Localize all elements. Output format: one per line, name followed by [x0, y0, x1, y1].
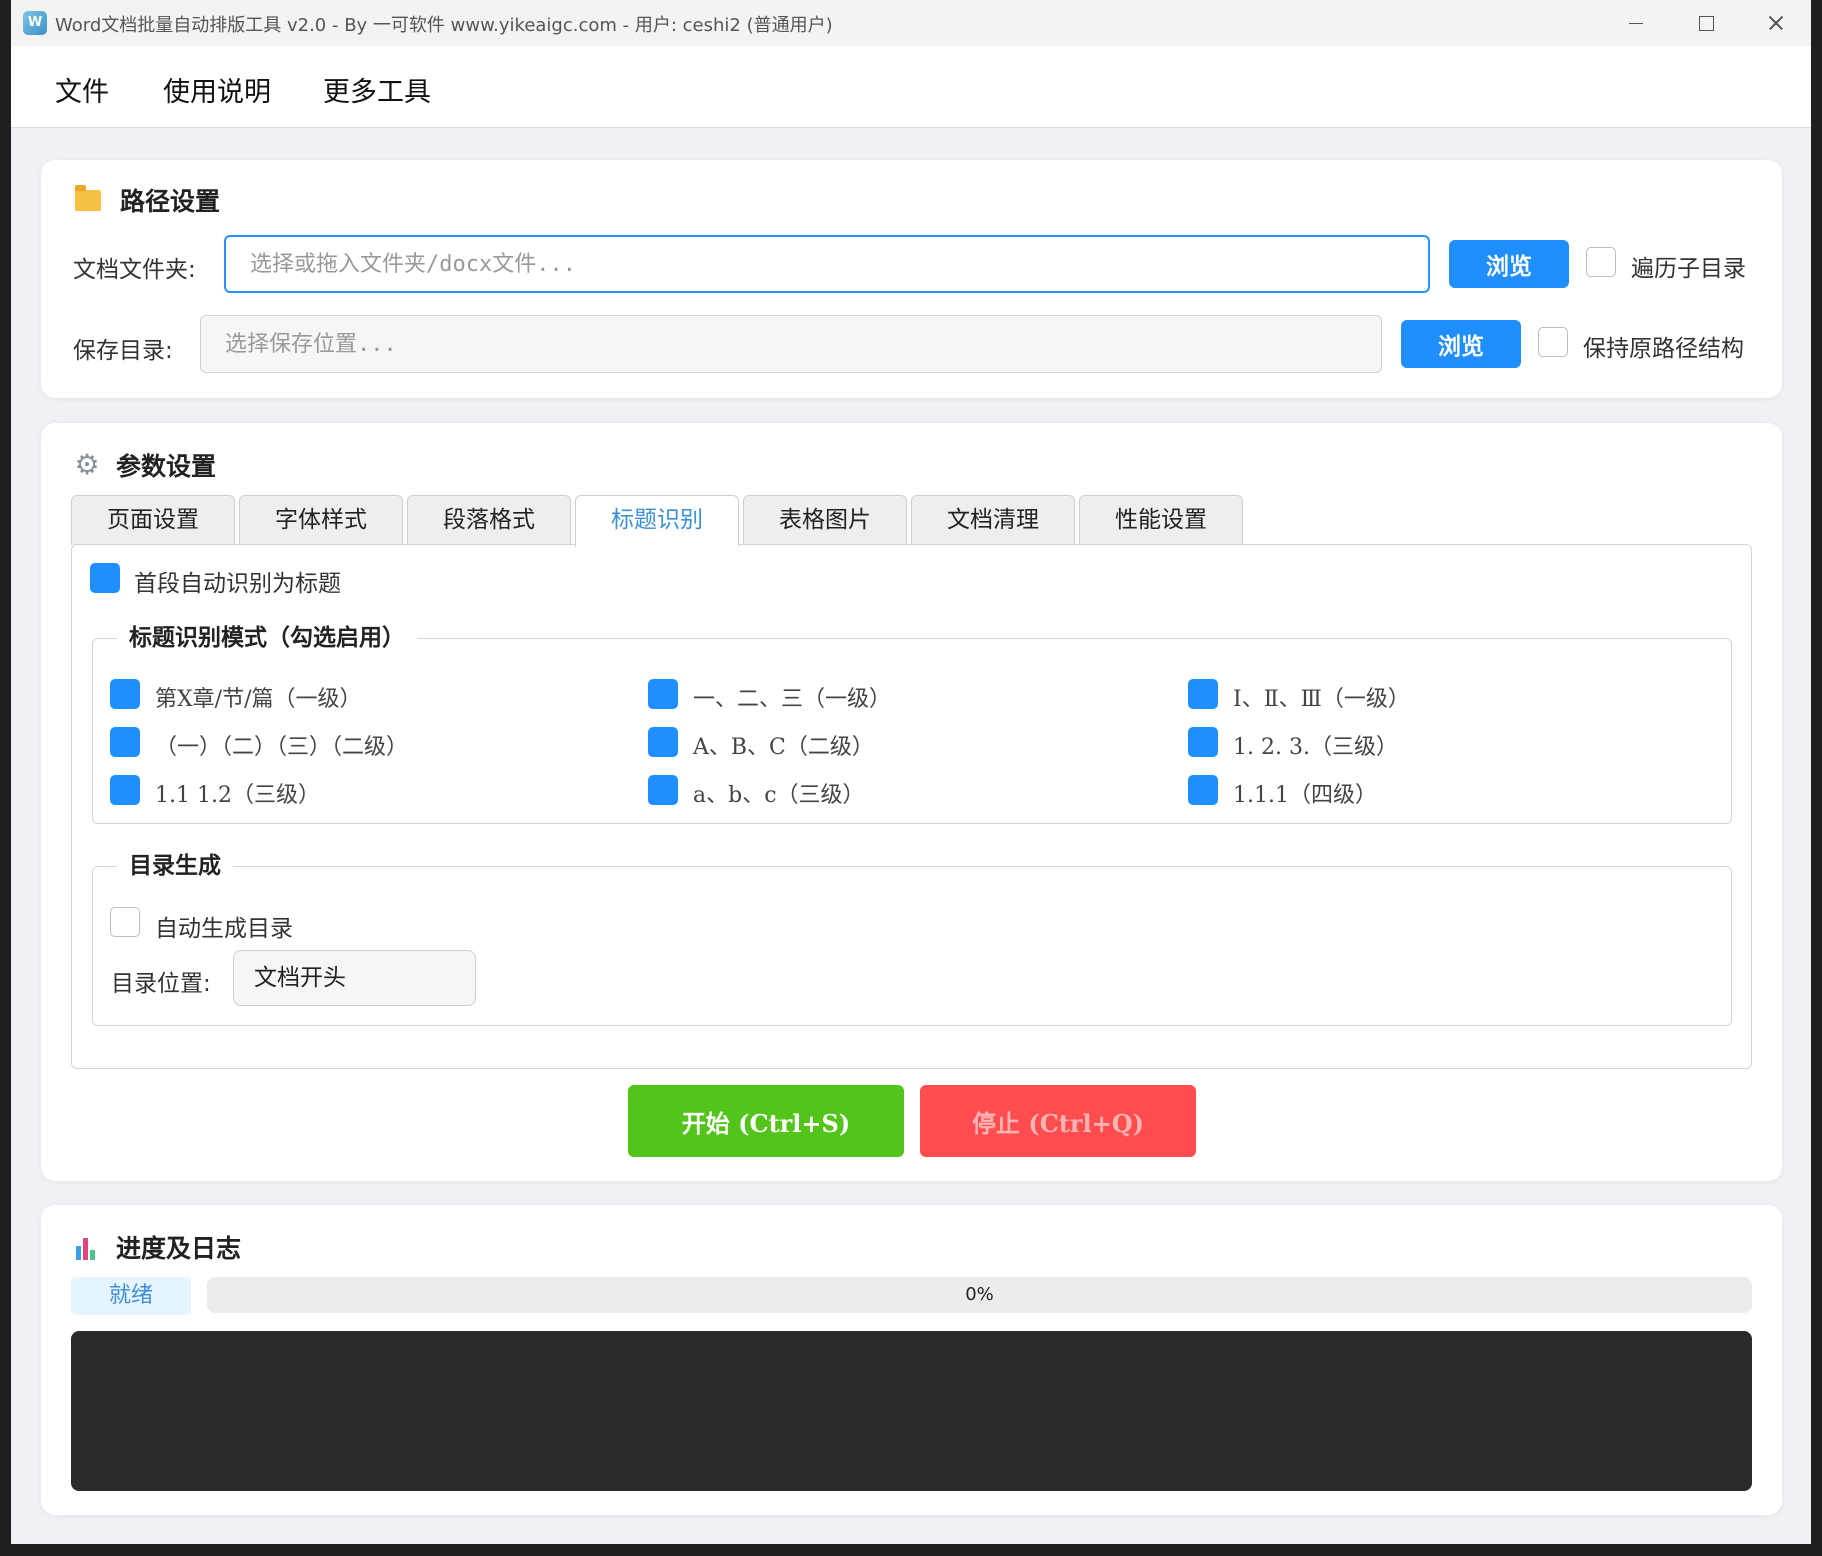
- status-badge: 就绪: [71, 1277, 191, 1315]
- mode-lower-letters-label: a、b、c（三级）: [693, 783, 865, 808]
- mode-upper-letters-label: A、B、C（二级）: [693, 735, 874, 760]
- progress-percent: 0%: [965, 1284, 994, 1305]
- save-dir-label: 保存目录:: [73, 338, 173, 364]
- auto-toc-checkbox[interactable]: [110, 907, 140, 937]
- tab-font-style[interactable]: 字体样式: [239, 495, 403, 545]
- menu-more-tools[interactable]: 更多工具: [323, 70, 431, 109]
- save-dir-browse-button[interactable]: 浏览: [1401, 320, 1521, 368]
- window-title: Word文档批量自动排版工具 v2.0 - By 一可软件 www.yikeai…: [55, 15, 833, 36]
- tab-tables-images[interactable]: 表格图片: [743, 495, 907, 545]
- toc-position-select[interactable]: 文档开头: [233, 950, 476, 1006]
- first-para-heading-checkbox[interactable]: [90, 563, 120, 593]
- toc-group-title: 目录生成: [117, 846, 233, 880]
- path-settings-card: 路径设置 文档文件夹: 浏览 遍历子目录 保存目录: 浏览 保持原路径结构: [41, 160, 1782, 398]
- mode-roman-label: Ⅰ、Ⅱ、Ⅲ（一级）: [1233, 687, 1410, 712]
- bar-chart-icon: [75, 1236, 99, 1260]
- tab-performance[interactable]: 性能设置: [1079, 495, 1243, 545]
- mode-paren-chinese-checkbox[interactable]: [110, 727, 140, 757]
- toc-position-label: 目录位置:: [111, 971, 211, 997]
- app-logo-icon: W: [23, 11, 47, 35]
- tab-doc-cleanup[interactable]: 文档清理: [911, 495, 1075, 545]
- doc-folder-browse-button[interactable]: 浏览: [1449, 240, 1569, 288]
- mode-arabic-dot-label: 1. 2. 3.（三级）: [1233, 735, 1398, 760]
- mode-paren-chinese-label: （一）（二）（三）（二级）: [155, 735, 409, 760]
- mode-roman-checkbox[interactable]: [1188, 679, 1218, 709]
- mode-chinese-numerals-label: 一、二、三（一级）: [693, 687, 892, 712]
- keep-structure-checkbox[interactable]: [1538, 327, 1568, 357]
- param-settings-title: 参数设置: [116, 452, 217, 481]
- progress-log-title: 进度及日志: [116, 1234, 242, 1263]
- first-para-heading-label: 首段自动识别为标题: [134, 571, 341, 597]
- maximize-icon[interactable]: [1671, 0, 1741, 46]
- mode-chapter-label: 第X章/节/篇（一级）: [155, 687, 362, 712]
- tab-page-setup[interactable]: 页面设置: [71, 495, 235, 545]
- heading-modes-title: 标题识别模式（勾选启用）: [117, 618, 417, 652]
- close-icon[interactable]: [1741, 0, 1811, 46]
- recurse-subdirs-checkbox[interactable]: [1586, 247, 1616, 277]
- heading-modes-group: 标题识别模式（勾选启用） 第X章/节/篇（一级） 一、二、三（一级） Ⅰ、Ⅱ、Ⅲ…: [92, 618, 1732, 824]
- mode-two-level-number-label: 1.1 1.2（三级）: [155, 783, 320, 808]
- mode-lower-letters-checkbox[interactable]: [648, 775, 678, 805]
- recurse-subdirs-label: 遍历子目录: [1631, 256, 1746, 282]
- menu-file[interactable]: 文件: [55, 70, 109, 109]
- menu-help[interactable]: 使用说明: [163, 70, 271, 109]
- gear-icon: ⚙: [74, 448, 100, 481]
- heading-recognition-panel: 首段自动识别为标题 标题识别模式（勾选启用） 第X章/节/篇（一级） 一、二、三…: [71, 544, 1752, 1069]
- menu-bar: 文件 使用说明 更多工具: [11, 46, 1811, 128]
- tab-paragraph-format[interactable]: 段落格式: [407, 495, 571, 545]
- doc-folder-input[interactable]: [224, 235, 1430, 293]
- mode-arabic-dot-checkbox[interactable]: [1188, 727, 1218, 757]
- path-settings-title: 路径设置: [120, 187, 221, 216]
- minimize-icon[interactable]: [1601, 0, 1671, 46]
- mode-two-level-number-checkbox[interactable]: [110, 775, 140, 805]
- mode-chinese-numerals-checkbox[interactable]: [648, 679, 678, 709]
- folder-icon: [75, 185, 101, 211]
- mode-upper-letters-checkbox[interactable]: [648, 727, 678, 757]
- save-dir-input[interactable]: [200, 315, 1382, 373]
- stop-button[interactable]: 停止 (Ctrl+Q): [920, 1085, 1196, 1157]
- progress-log-card: 进度及日志 就绪 0%: [41, 1205, 1782, 1515]
- app-window: W Word文档批量自动排版工具 v2.0 - By 一可软件 www.yike…: [11, 0, 1811, 1544]
- title-bar: W Word文档批量自动排版工具 v2.0 - By 一可软件 www.yike…: [11, 0, 1811, 46]
- log-output[interactable]: [71, 1331, 1752, 1491]
- doc-folder-label: 文档文件夹:: [73, 257, 196, 283]
- auto-toc-label: 自动生成目录: [155, 916, 293, 942]
- start-button[interactable]: 开始 (Ctrl+S): [628, 1085, 904, 1157]
- progress-bar: 0%: [207, 1277, 1752, 1313]
- mode-three-level-number-label: 1.1.1（四级）: [1233, 783, 1377, 808]
- keep-structure-label: 保持原路径结构: [1583, 336, 1744, 362]
- param-settings-card: ⚙ 参数设置 页面设置 字体样式 段落格式 标题识别 表格图片 文档清理 性能设…: [41, 423, 1782, 1181]
- tab-heading-recognition[interactable]: 标题识别: [575, 495, 739, 547]
- mode-chapter-checkbox[interactable]: [110, 679, 140, 709]
- toc-group: 目录生成 自动生成目录 目录位置: 文档开头: [92, 846, 1732, 1026]
- mode-three-level-number-checkbox[interactable]: [1188, 775, 1218, 805]
